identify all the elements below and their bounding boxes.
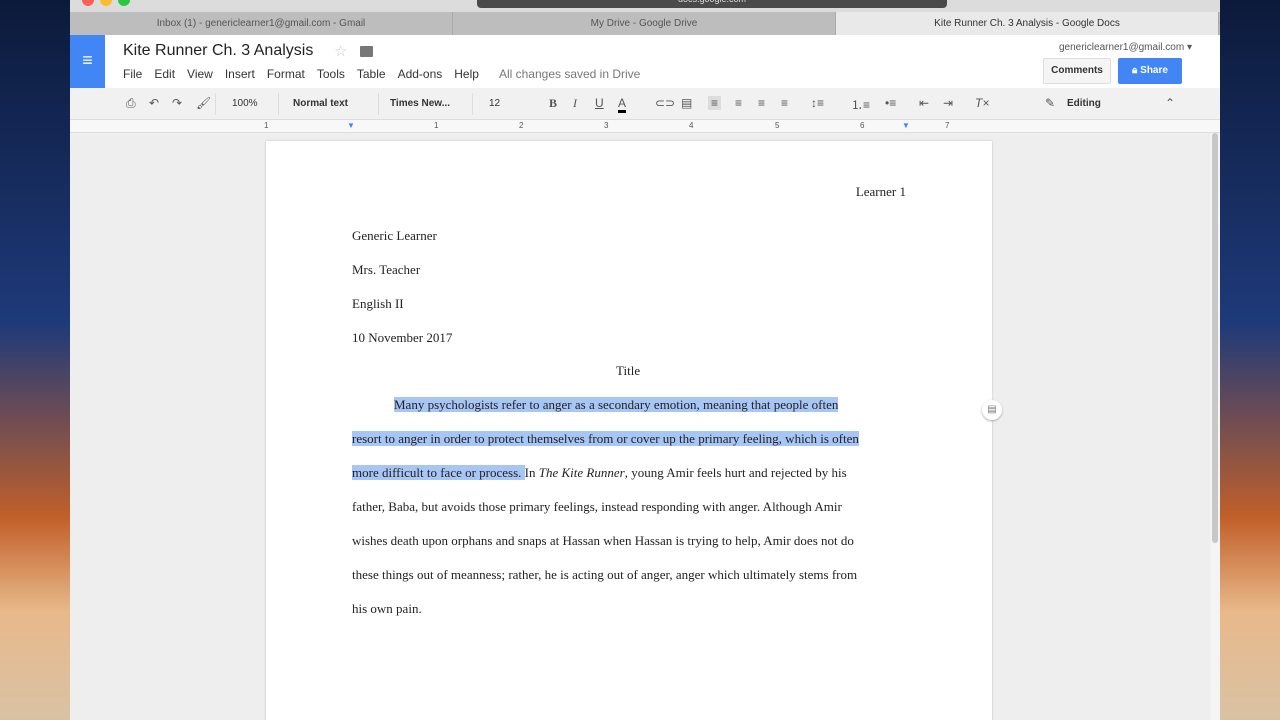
menu-table[interactable]: Table — [357, 67, 386, 81]
maximize-button[interactable] — [118, 0, 130, 6]
justify-icon[interactable]: ≡ — [781, 96, 788, 110]
ruler-tick: 3 — [604, 121, 609, 130]
share-button[interactable]: 🔒︎ Share — [1118, 58, 1182, 84]
menu-insert[interactable]: Insert — [225, 67, 255, 81]
tab-gmail[interactable]: Inbox (1) - genericlearner1@gmail.com - … — [70, 12, 453, 35]
student-name: Generic Learner — [352, 228, 437, 243]
tab-drive[interactable]: My Drive - Google Drive — [453, 12, 836, 35]
menu-help[interactable]: Help — [454, 67, 479, 81]
ruler-tick: 1 — [264, 121, 269, 130]
ruler-tick: 1 — [434, 121, 439, 130]
page-header: Learner 1 — [855, 184, 906, 199]
menu-tools[interactable]: Tools — [317, 67, 345, 81]
ruler-tick: 5 — [775, 121, 780, 130]
selected-text: Many psychologists refer to anger as a s… — [394, 397, 839, 412]
document-title[interactable]: Kite Runner Ch. 3 Analysis — [123, 42, 313, 60]
ruler-tick: 6 — [860, 121, 865, 130]
decrease-indent-icon[interactable]: ⇤ — [919, 96, 929, 110]
pencil-icon: ✎ — [1045, 96, 1056, 110]
ruler-tick: 2 — [519, 121, 524, 130]
teacher-name: Mrs. Teacher — [352, 262, 421, 277]
mac-titlebar: docs.google.com — [70, 0, 1220, 12]
close-button[interactable] — [82, 0, 94, 6]
paint-format-icon[interactable]: 🖌︎ — [196, 96, 211, 110]
docs-header: ≡ Kite Runner Ch. 3 Analysis ☆ File Edit… — [70, 35, 1220, 88]
date: 10 November 2017 — [352, 330, 453, 345]
book-title: The Kite Runner — [538, 465, 625, 480]
account-menu[interactable]: genericlearner1@gmail.com ▾ — [1059, 42, 1192, 53]
essay-title: Title — [616, 363, 641, 378]
zoom-select[interactable]: 100% — [232, 98, 258, 109]
ruler-tick: 7 — [945, 121, 950, 130]
paragraph-line: these things out of meanness; rather, he… — [352, 567, 858, 582]
align-right-icon[interactable]: ≡ — [758, 96, 765, 110]
paragraph-line: resort to anger in order to protect them… — [352, 431, 859, 447]
increase-indent-icon[interactable]: ⇥ — [943, 96, 953, 110]
redo-icon[interactable]: ↷ — [172, 96, 182, 110]
share-label: Share — [1140, 65, 1168, 76]
selected-text: more difficult to face or process. — [352, 465, 525, 480]
scrollbar-thumb[interactable] — [1212, 133, 1218, 543]
ruler-tick: 4 — [689, 121, 694, 130]
collapse-icon[interactable]: ⌃ — [1165, 96, 1175, 110]
numbered-list-icon[interactable]: ⒈≡ — [851, 96, 870, 113]
style-select[interactable]: Normal text — [293, 98, 348, 109]
class-name: English II — [352, 296, 404, 311]
docs-logo-icon[interactable]: ≡ — [70, 35, 105, 88]
tab-docs[interactable]: Kite Runner Ch. 3 Analysis - Google Docs — [836, 12, 1219, 35]
paragraph-line: his own pain. — [352, 601, 422, 616]
editing-mode-select[interactable]: Editing — [1067, 98, 1101, 109]
document-canvas: Learner 1 Generic Learner Mrs. Teacher E… — [70, 133, 1210, 720]
add-comment-icon[interactable]: ▤ — [982, 400, 1002, 420]
text-color-icon[interactable]: A — [618, 96, 627, 113]
link-icon[interactable]: ⊂⊃ — [655, 96, 675, 110]
toolbar: ⎙ ↶ ↷ 🖌︎ 100% Normal text Times New... 1… — [70, 88, 1220, 120]
selected-text: resort to anger in order to protect them… — [352, 431, 859, 446]
folder-icon[interactable] — [360, 46, 373, 57]
italic-icon[interactable]: I — [573, 96, 577, 111]
line-spacing-icon[interactable]: ↕≡ — [811, 96, 824, 110]
underline-icon[interactable]: U — [595, 96, 604, 110]
menu-addons[interactable]: Add-ons — [398, 67, 443, 81]
browser-window: docs.google.com Inbox (1) - genericlearn… — [70, 0, 1220, 720]
lock-icon: 🔒︎ — [1132, 65, 1141, 76]
menu-edit[interactable]: Edit — [154, 67, 175, 81]
text: , young Amir feels hurt and rejected by … — [624, 465, 847, 480]
bulleted-list-icon[interactable]: •≡ — [885, 96, 896, 110]
indent-marker[interactable]: ▼ — [347, 121, 355, 130]
font-size-select[interactable]: 12 — [489, 98, 500, 109]
paragraph-line: Many psychologists refer to anger as a s… — [394, 397, 839, 413]
menu-format[interactable]: Format — [267, 67, 305, 81]
document-page[interactable]: Learner 1 Generic Learner Mrs. Teacher E… — [266, 141, 992, 720]
star-icon[interactable]: ☆ — [334, 42, 347, 60]
text: In — [524, 465, 539, 480]
right-indent-marker[interactable]: ▼ — [902, 121, 910, 130]
comments-button[interactable]: Comments — [1043, 58, 1111, 84]
align-center-icon[interactable]: ≡ — [735, 96, 742, 110]
address-bar[interactable]: docs.google.com — [477, 0, 947, 8]
menu-view[interactable]: View — [187, 67, 213, 81]
paragraph-line: father, Baba, but avoids those primary f… — [352, 499, 842, 514]
paragraph-line: more difficult to face or process. In Th… — [352, 465, 847, 481]
undo-icon[interactable]: ↶ — [149, 96, 159, 110]
bold-icon[interactable]: B — [549, 96, 557, 111]
clear-formatting-icon[interactable]: T× — [975, 96, 989, 110]
new-tab-button[interactable]: + — [1219, 12, 1220, 35]
tab-bar: Inbox (1) - genericlearner1@gmail.com - … — [70, 12, 1220, 35]
save-status[interactable]: All changes saved in Drive — [499, 67, 640, 81]
minimize-button[interactable] — [100, 0, 112, 6]
print-icon[interactable]: ⎙ — [126, 96, 136, 111]
menu-file[interactable]: File — [123, 67, 142, 81]
comment-icon[interactable]: ▤ — [681, 96, 692, 110]
align-left-icon[interactable]: ≡ — [708, 96, 722, 110]
scrollbar[interactable] — [1210, 133, 1220, 720]
paragraph-line: wishes death upon orphans and snaps at H… — [352, 533, 854, 548]
menu-bar: File Edit View Insert Format Tools Table… — [123, 67, 652, 81]
font-select[interactable]: Times New... — [390, 98, 450, 109]
ruler[interactable]: 1 ▼ 1 2 3 4 5 6 ▼ 7 — [70, 120, 1220, 133]
